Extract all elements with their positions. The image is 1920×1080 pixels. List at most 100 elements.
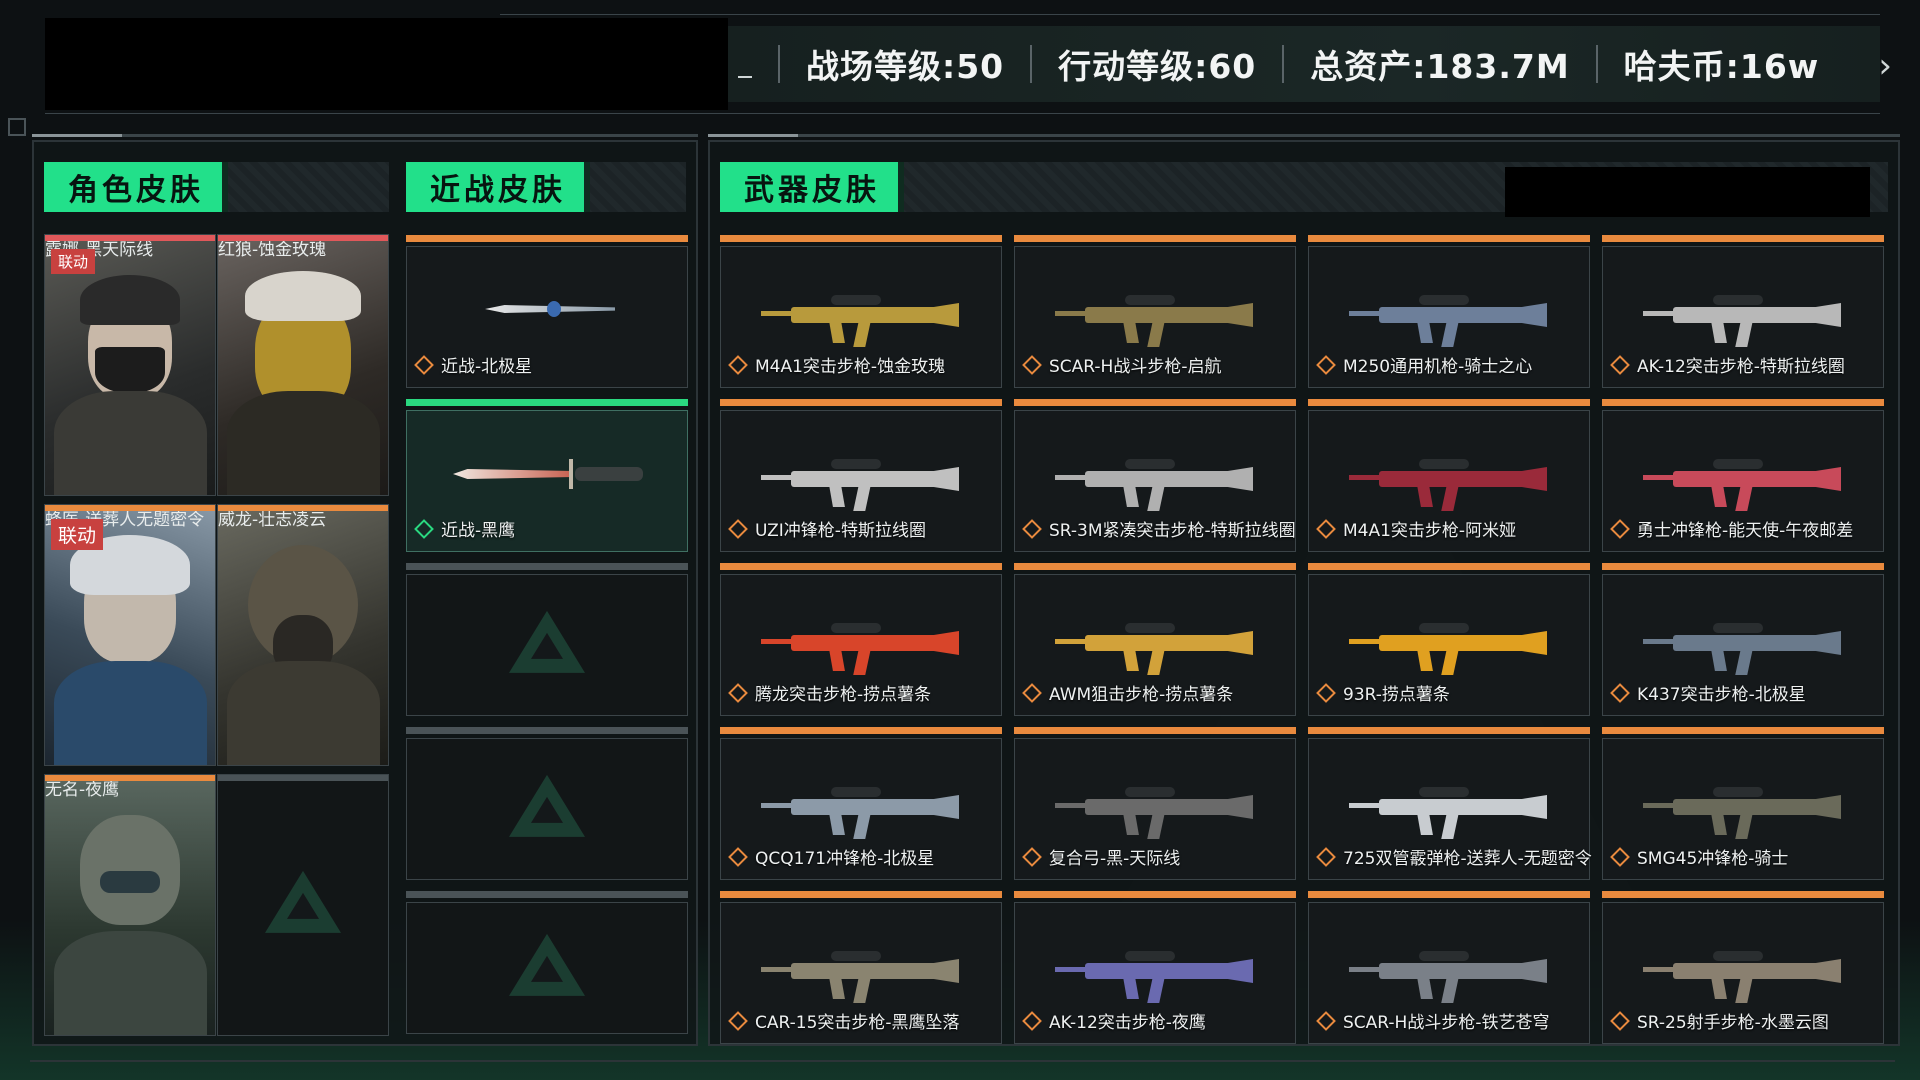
tab-melee-skins[interactable]: 近战皮肤 <box>406 162 590 212</box>
gun-magazine <box>829 321 845 343</box>
melee-card[interactable]: 近战-北极星 <box>406 235 688 388</box>
gun-grip <box>1441 977 1459 1003</box>
placeholder-logo-icon <box>265 870 341 933</box>
character-body <box>53 931 207 1035</box>
rarity-diamond-icon <box>1610 354 1630 375</box>
weapon-name-text: AK-12突击步枪-夜鹰 <box>1049 1013 1206 1033</box>
gun-magazine <box>1417 485 1433 507</box>
weapon-card[interactable]: K437突击步枪-北极星 <box>1602 563 1884 716</box>
weapon-name: UZI冲锋枪-特斯拉线圈 <box>728 516 926 541</box>
night-vision-goggles-icon <box>100 871 160 893</box>
weapon-name-text: SR-25射手步枪-水墨云图 <box>1637 1013 1829 1033</box>
weapon-card[interactable]: 93R-捞点薯条 <box>1308 563 1590 716</box>
rarity-bar <box>1602 563 1884 570</box>
weapon-card[interactable]: 勇士冲锋枪-能天使-午夜邮差 <box>1602 399 1884 552</box>
weapon-card[interactable]: AK-12突击步枪-特斯拉线圈 <box>1602 235 1884 388</box>
character-card[interactable]: 无名-夜鹰 <box>44 774 216 1036</box>
weapon-card[interactable]: QCQ171冲锋枪-北极星 <box>720 727 1002 880</box>
melee-name-text: 近战-北极星 <box>441 357 533 377</box>
stats-bar: 战场等级:50 行动等级:60 总资产:183.7M 哈夫币:16w › <box>45 14 1892 114</box>
gun-scope <box>1419 623 1469 633</box>
weapon-art-icon <box>1349 781 1549 851</box>
gun-magazine <box>829 649 845 671</box>
rarity-diamond-icon <box>414 354 434 375</box>
rarity-diamond-icon <box>1316 846 1336 867</box>
divider <box>1030 45 1033 83</box>
weapon-name-text: UZI冲锋枪-特斯拉线圈 <box>755 521 926 541</box>
weapon-name: 勇士冲锋枪-能天使-午夜邮差 <box>1610 516 1853 541</box>
melee-card-selected[interactable]: 近战-黑鹰 <box>406 399 688 552</box>
character-hair <box>80 275 180 325</box>
rarity-bar <box>218 235 388 241</box>
rarity-diamond-icon <box>1022 354 1042 375</box>
weapon-card[interactable]: SCAR-H战斗步枪-铁艺苍穹 <box>1308 891 1590 1044</box>
gun-magazine <box>1711 813 1727 835</box>
gun-magazine <box>1123 813 1139 835</box>
gun-scope <box>1125 295 1175 305</box>
gun-grip <box>853 977 871 1003</box>
weapon-card[interactable]: 复合弓-黑-天际线 <box>1014 727 1296 880</box>
weapon-card[interactable]: 腾龙突击步枪-捞点薯条 <box>720 563 1002 716</box>
gun-scope <box>1125 951 1175 961</box>
empty-melee-slot <box>406 727 688 880</box>
character-card[interactable]: 联动 露娜-黑天际线 <box>44 234 216 496</box>
weapon-art-icon <box>1055 289 1255 359</box>
weapon-card[interactable]: SR-3M紧凑突击步枪-特斯拉线圈 <box>1014 399 1296 552</box>
rarity-bar <box>45 775 215 781</box>
tab-character-skins[interactable]: 角色皮肤 <box>44 162 228 212</box>
weapon-card[interactable]: M250通用机枪-骑士之心 <box>1308 235 1590 388</box>
gun-grip <box>1441 485 1459 511</box>
weapon-card[interactable]: AK-12突击步枪-夜鹰 <box>1014 891 1296 1044</box>
weapon-name: 725双管霰弹枪-送葬人-无题密令 <box>1316 844 1592 869</box>
gun-grip <box>1147 977 1165 1003</box>
rarity-bar <box>1602 727 1884 734</box>
rarity-bar <box>406 235 688 242</box>
weapon-name-text: 腾龙突击步枪-捞点薯条 <box>755 685 932 705</box>
tab-weapon-skins[interactable]: 武器皮肤 <box>720 162 904 212</box>
rarity-bar <box>1602 399 1884 406</box>
weapon-card[interactable]: SMG45冲锋枪-骑士 <box>1602 727 1884 880</box>
rarity-bar <box>720 563 1002 570</box>
weapon-card[interactable]: M4A1突击步枪-蚀金玫瑰 <box>720 235 1002 388</box>
weapon-panel: 武器皮肤 M4A1突击步枪-蚀金玫瑰 SCAR-H战斗步枪-启航 M250通用机枪-… <box>708 134 1900 1046</box>
chevron-right-icon[interactable]: › <box>1878 46 1892 86</box>
rarity-bar <box>1308 399 1590 406</box>
rarity-bar <box>1308 727 1590 734</box>
weapon-card[interactable]: CAR-15突击步枪-黑鹰坠落 <box>720 891 1002 1044</box>
gun-grip <box>1735 649 1753 675</box>
rarity-bar <box>45 505 215 511</box>
divider <box>30 1060 1895 1062</box>
rarity-bar <box>1014 727 1296 734</box>
redacted-area <box>45 18 728 110</box>
weapon-card[interactable]: M4A1突击步枪-阿米娅 <box>1308 399 1590 552</box>
placeholder-logo-icon <box>509 774 585 837</box>
weapon-card[interactable]: SCAR-H战斗步枪-启航 <box>1014 235 1296 388</box>
weapon-card[interactable]: SR-25射手步枪-水墨云图 <box>1602 891 1884 1044</box>
gun-grip <box>1147 649 1165 675</box>
weapon-card[interactable]: 725双管霰弹枪-送葬人-无题密令 <box>1308 727 1592 880</box>
character-hair <box>245 271 361 321</box>
weapon-card[interactable]: UZI冲锋枪-特斯拉线圈 <box>720 399 1002 552</box>
gun-scope <box>831 787 881 797</box>
melee-name: 近战-黑鹰 <box>414 516 516 541</box>
weapon-art-icon <box>761 453 961 523</box>
character-card[interactable]: 联动 蜂医-送葬人无题密令 <box>44 504 216 766</box>
rarity-bar <box>1308 563 1590 570</box>
rarity-diamond-icon <box>1610 682 1630 703</box>
corner-decoration <box>8 118 26 136</box>
melee-name: 近战-北极星 <box>414 352 533 377</box>
total-assets: 总资产:183.7M <box>1310 47 1570 86</box>
character-card[interactable]: 威龙-壮志凌云 <box>217 504 389 766</box>
rarity-diamond-icon <box>728 518 748 539</box>
gun-magazine <box>1417 321 1433 343</box>
gun-scope <box>831 951 881 961</box>
character-card[interactable]: 红狼-蚀金玫瑰 <box>217 234 389 496</box>
weapon-name: SR-3M紧凑突击步枪-特斯拉线圈 <box>1022 516 1296 541</box>
rarity-bar <box>1014 399 1296 406</box>
gun-magazine <box>1711 649 1727 671</box>
knife-blade-icon <box>453 469 573 479</box>
rarity-diamond-icon <box>1316 682 1336 703</box>
weapon-card[interactable]: AWM狙击步枪-捞点薯条 <box>1014 563 1296 716</box>
melee-name-text: 近战-黑鹰 <box>441 521 516 541</box>
gun-scope <box>831 459 881 469</box>
